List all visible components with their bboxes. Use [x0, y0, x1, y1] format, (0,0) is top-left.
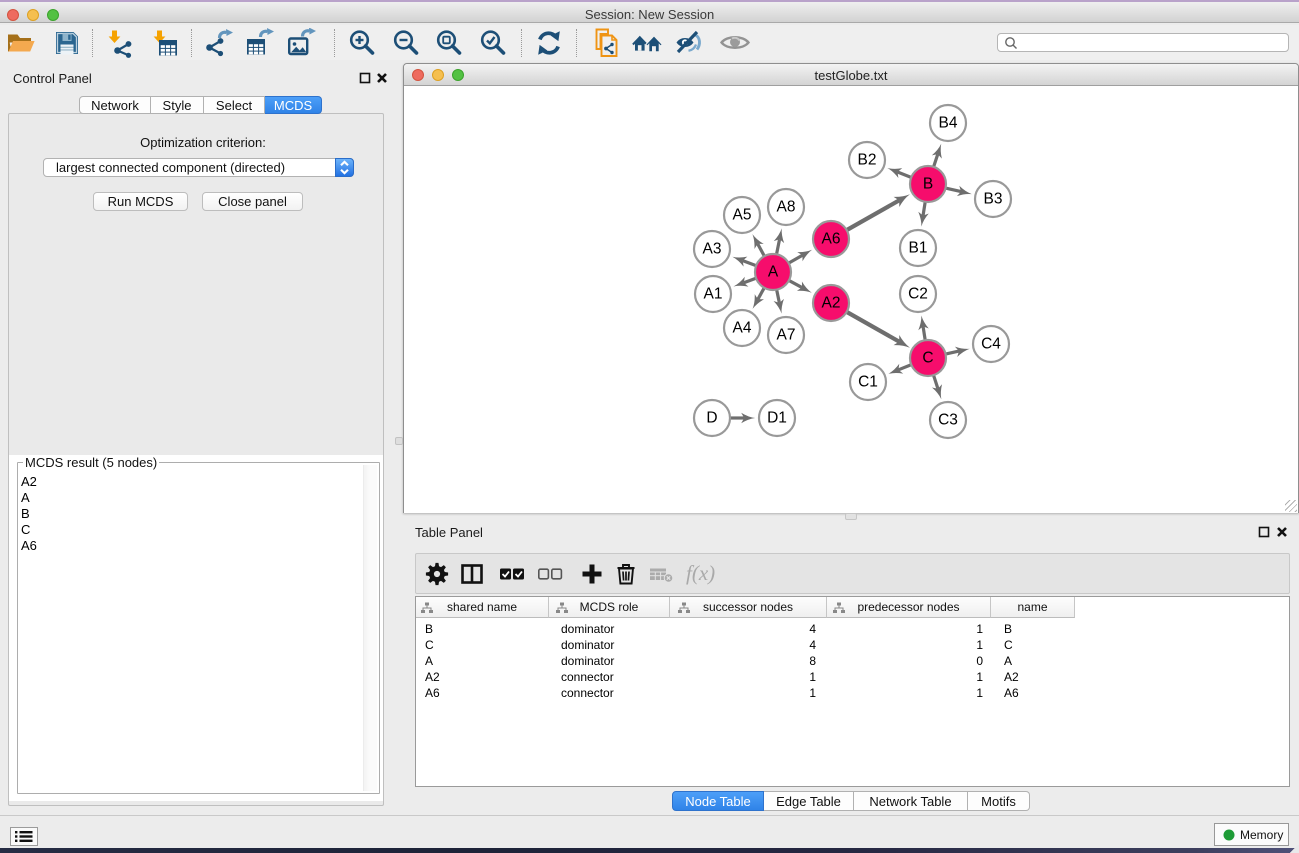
svg-text:C1: C1 — [858, 374, 878, 391]
svg-text:C: C — [922, 350, 933, 367]
svg-text:A6: A6 — [822, 231, 841, 248]
svg-text:A4: A4 — [733, 320, 752, 337]
svg-text:A: A — [768, 264, 779, 281]
svg-text:B1: B1 — [909, 240, 928, 257]
svg-text:A5: A5 — [733, 207, 752, 224]
svg-text:B2: B2 — [858, 152, 877, 169]
svg-text:B4: B4 — [939, 115, 958, 132]
svg-text:A2: A2 — [822, 295, 841, 312]
svg-text:B: B — [923, 176, 933, 193]
svg-text:C4: C4 — [981, 336, 1001, 353]
svg-text:D1: D1 — [767, 410, 787, 427]
svg-text:D: D — [706, 410, 717, 427]
svg-text:C3: C3 — [938, 412, 958, 429]
svg-text:A3: A3 — [703, 241, 722, 258]
svg-text:A1: A1 — [704, 286, 723, 303]
svg-text:A7: A7 — [777, 327, 796, 344]
svg-text:B3: B3 — [984, 191, 1003, 208]
svg-text:A8: A8 — [777, 199, 796, 216]
svg-text:C2: C2 — [908, 286, 928, 303]
